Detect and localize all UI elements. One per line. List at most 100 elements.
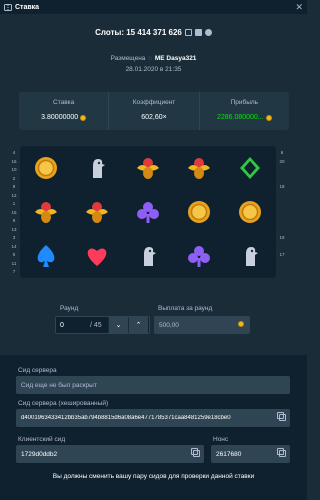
round-input[interactable]: 0: [56, 322, 90, 329]
payline-number: 17: [279, 252, 285, 257]
round-label: Раунд: [60, 305, 79, 312]
reel-cell: [20, 234, 71, 278]
payline-number: [278, 166, 286, 175]
payline-number: [278, 192, 286, 201]
twitter-icon[interactable]: [204, 29, 212, 36]
payline-number: [278, 209, 286, 218]
payline-number: 18: [279, 184, 285, 189]
payout-field: 500,00: [154, 316, 250, 334]
payout-label: Выплата за раунд: [158, 305, 213, 312]
stat-label: Прибыль: [230, 99, 259, 106]
copy-icon[interactable]: [191, 448, 200, 457]
placed-prefix: Размещена: [110, 55, 146, 62]
round-down-button[interactable]: ⌄: [108, 317, 128, 333]
payline-number: 14: [11, 243, 17, 249]
round-up-button[interactable]: ⌃: [128, 317, 148, 333]
payline-number: 19: [279, 235, 285, 240]
payout-value: 500,00: [159, 321, 179, 329]
reel-cell: [122, 234, 173, 278]
payline-number: 15: [11, 209, 17, 215]
hashed-seed-field[interactable]: d4001963433412bb35ab794b8815d6a08a6e4771…: [16, 409, 290, 427]
round-total: / 45: [90, 321, 102, 329]
client-seed-value: 1729d0ddb2: [21, 450, 58, 458]
reel-cell: [122, 190, 173, 234]
coin-icon: [239, 201, 262, 223]
placed-by: Размещена ☆ ME Dasya321: [0, 54, 307, 62]
bet-header: Слоты: 15 414 371 626: [0, 28, 307, 37]
payline-number: 13: [11, 226, 17, 232]
payline-numbers-left: 4 16 10 2 8 12 1 15 9 13 3 14 5 11 7: [10, 149, 18, 277]
round-stepper: 0 / 45 ⌄ ⌃: [55, 316, 150, 334]
reel-cell: [174, 190, 225, 234]
payline-number: 1: [12, 201, 16, 206]
copy-icon[interactable]: [184, 29, 192, 36]
bird-icon: [143, 247, 156, 266]
payline-numbers-right: 6 20 18 19 17: [278, 149, 286, 277]
reel-cell: [225, 190, 276, 234]
hashed-seed-label: Сид сервера (хешированный): [18, 400, 109, 407]
payline-number: 5: [12, 252, 16, 257]
payline-number: [278, 260, 286, 269]
copy-icon[interactable]: [277, 448, 286, 457]
coin-icon: [80, 114, 87, 121]
reel-cell: [20, 146, 71, 190]
close-icon[interactable]: ✕: [295, 2, 303, 13]
client-seed-label: Клиентский сид: [18, 436, 66, 443]
reel-cell: [225, 234, 276, 278]
payline-number: 7: [12, 269, 16, 274]
payline-number: 16: [11, 158, 17, 164]
facebook-icon[interactable]: [194, 29, 202, 36]
payline-number: [278, 200, 286, 209]
nonce-field[interactable]: 2617680: [211, 445, 290, 463]
payline-number: 12: [11, 192, 17, 198]
reel-cell: [174, 146, 225, 190]
ticket-icon: [4, 3, 12, 11]
badge-me: ME: [154, 55, 165, 62]
payline-number: 2: [12, 175, 16, 181]
reel-cell: [71, 190, 122, 234]
payline-number: 8: [12, 184, 16, 189]
scarab-icon: [188, 158, 211, 179]
stat-label: Ставка: [53, 99, 75, 106]
coin-icon: [188, 201, 211, 223]
bird-icon: [92, 159, 105, 178]
payline-number: 10: [11, 167, 17, 172]
bird-icon: [246, 247, 259, 266]
server-seed-label: Сид сервера: [18, 367, 57, 374]
payline-number: 3: [12, 235, 16, 240]
reel-cell: [20, 190, 71, 234]
reel-cell: [71, 146, 122, 190]
payline-number: [278, 175, 286, 184]
stats-panel: Ставка 3.80000000 Коэффициент 602,60× Пр…: [19, 92, 289, 130]
payline-number: 4: [12, 150, 16, 155]
payline-number: 11: [11, 260, 17, 266]
reel-cell: [174, 234, 225, 278]
modal-title: Ставка: [15, 3, 40, 11]
stat-value: 3.80000000: [41, 114, 79, 121]
change-seed-link[interactable]: Вы должны сменить вашу пару сидов для пр…: [0, 473, 307, 480]
club-icon: [188, 246, 211, 267]
payline-number: [278, 217, 286, 226]
scarab-icon: [85, 202, 108, 223]
spade-icon: [37, 245, 54, 267]
reel-cell: [71, 234, 122, 278]
nonce-value: 2617680: [216, 450, 242, 458]
payline-number: [278, 243, 286, 252]
reel-cell: [225, 146, 276, 190]
stat-value: 602,60×: [141, 114, 167, 121]
diamond-icon: [240, 157, 261, 179]
reels-grid: [20, 146, 276, 278]
stat-multiplier: Коэффициент 602,60×: [109, 92, 200, 130]
username[interactable]: Dasya321: [166, 55, 196, 62]
copy-icon[interactable]: [277, 412, 286, 421]
slot-machine: 4 16 10 2 8 12 1 15 9 13 3 14 5 11 7 6 20 18 19 17: [10, 143, 286, 281]
nonce-label: Нонс: [213, 436, 229, 443]
client-seed-field[interactable]: 1729d0ddb2: [16, 445, 204, 463]
server-seed-value: Сид еще не был раскрыт: [21, 381, 97, 389]
payline-number: [278, 226, 286, 235]
stat-bet: Ставка 3.80000000: [19, 92, 110, 130]
reel-cell: [122, 146, 173, 190]
game-bet-id: Слоты: 15 414 371 626: [95, 28, 182, 37]
server-seed-field[interactable]: Сид еще не был раскрыт: [16, 376, 290, 394]
stat-value: 2286.080000...: [216, 114, 264, 121]
